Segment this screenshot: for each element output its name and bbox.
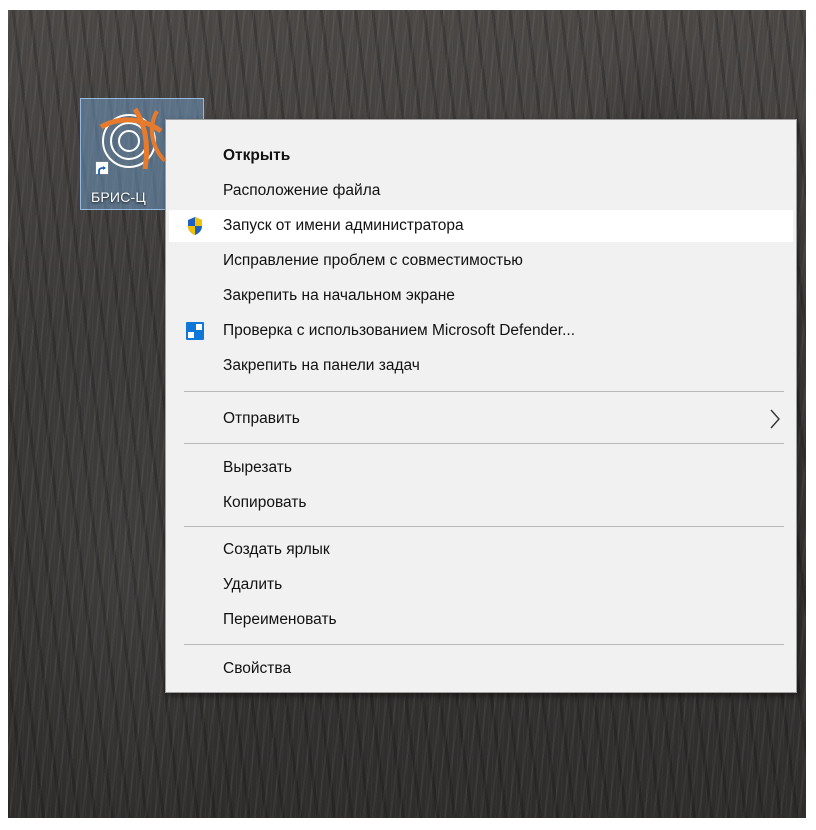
menu-item-label: Проверка с использованием Microsoft Defe… [223,322,576,339]
menu-item-send-to[interactable]: Отправить [169,403,793,435]
chevron-right-icon [770,409,780,429]
menu-item-label: Вырезать [223,459,292,476]
menu-item-compatibility[interactable]: Исправление проблем с совместимостью [169,245,793,277]
context-menu: Открыть Расположение файла Запуск от име… [165,119,797,693]
menu-item-delete[interactable]: Удалить [169,569,793,601]
menu-item-rename[interactable]: Переименовать [169,604,793,636]
menu-item-label: Создать ярлык [223,541,330,558]
menu-item-run-as-admin[interactable]: Запуск от имени администратора [169,210,793,242]
menu-item-create-shortcut[interactable]: Создать ярлык [169,534,793,566]
menu-item-copy[interactable]: Копировать [169,487,793,519]
menu-item-label: Закрепить на начальном экране [223,287,455,304]
menu-separator [184,644,784,645]
menu-item-properties[interactable]: Свойства [169,653,793,685]
menu-item-pin-taskbar[interactable]: Закрепить на панели задач [169,350,793,382]
desktop: БРИС-Ц Открыть Расположение файла Запуск… [8,10,806,818]
menu-separator [184,526,784,527]
menu-item-file-location[interactable]: Расположение файла [169,175,793,207]
menu-item-open[interactable]: Открыть [169,140,793,172]
menu-item-label: Расположение файла [223,182,381,199]
menu-item-label: Закрепить на панели задач [223,357,420,374]
menu-item-label: Переименовать [223,611,337,628]
menu-separator [184,391,784,392]
uac-shield-icon [188,217,202,235]
menu-item-defender-scan[interactable]: Проверка с использованием Microsoft Defe… [169,315,793,347]
shortcut-label: БРИС-Ц [91,189,146,205]
menu-item-label: Отправить [223,410,300,427]
menu-item-label: Удалить [223,576,283,593]
menu-item-label: Запуск от имени администратора [223,217,464,234]
menu-item-label: Открыть [223,147,291,164]
menu-item-label: Исправление проблем с совместимостью [223,252,523,269]
menu-item-label: Копировать [223,494,307,511]
menu-separator [184,443,784,444]
menu-item-cut[interactable]: Вырезать [169,452,793,484]
shortcut-arrow-icon [95,161,109,175]
menu-item-label: Свойства [223,660,292,677]
menu-item-pin-start[interactable]: Закрепить на начальном экране [169,280,793,312]
defender-icon [186,322,204,340]
